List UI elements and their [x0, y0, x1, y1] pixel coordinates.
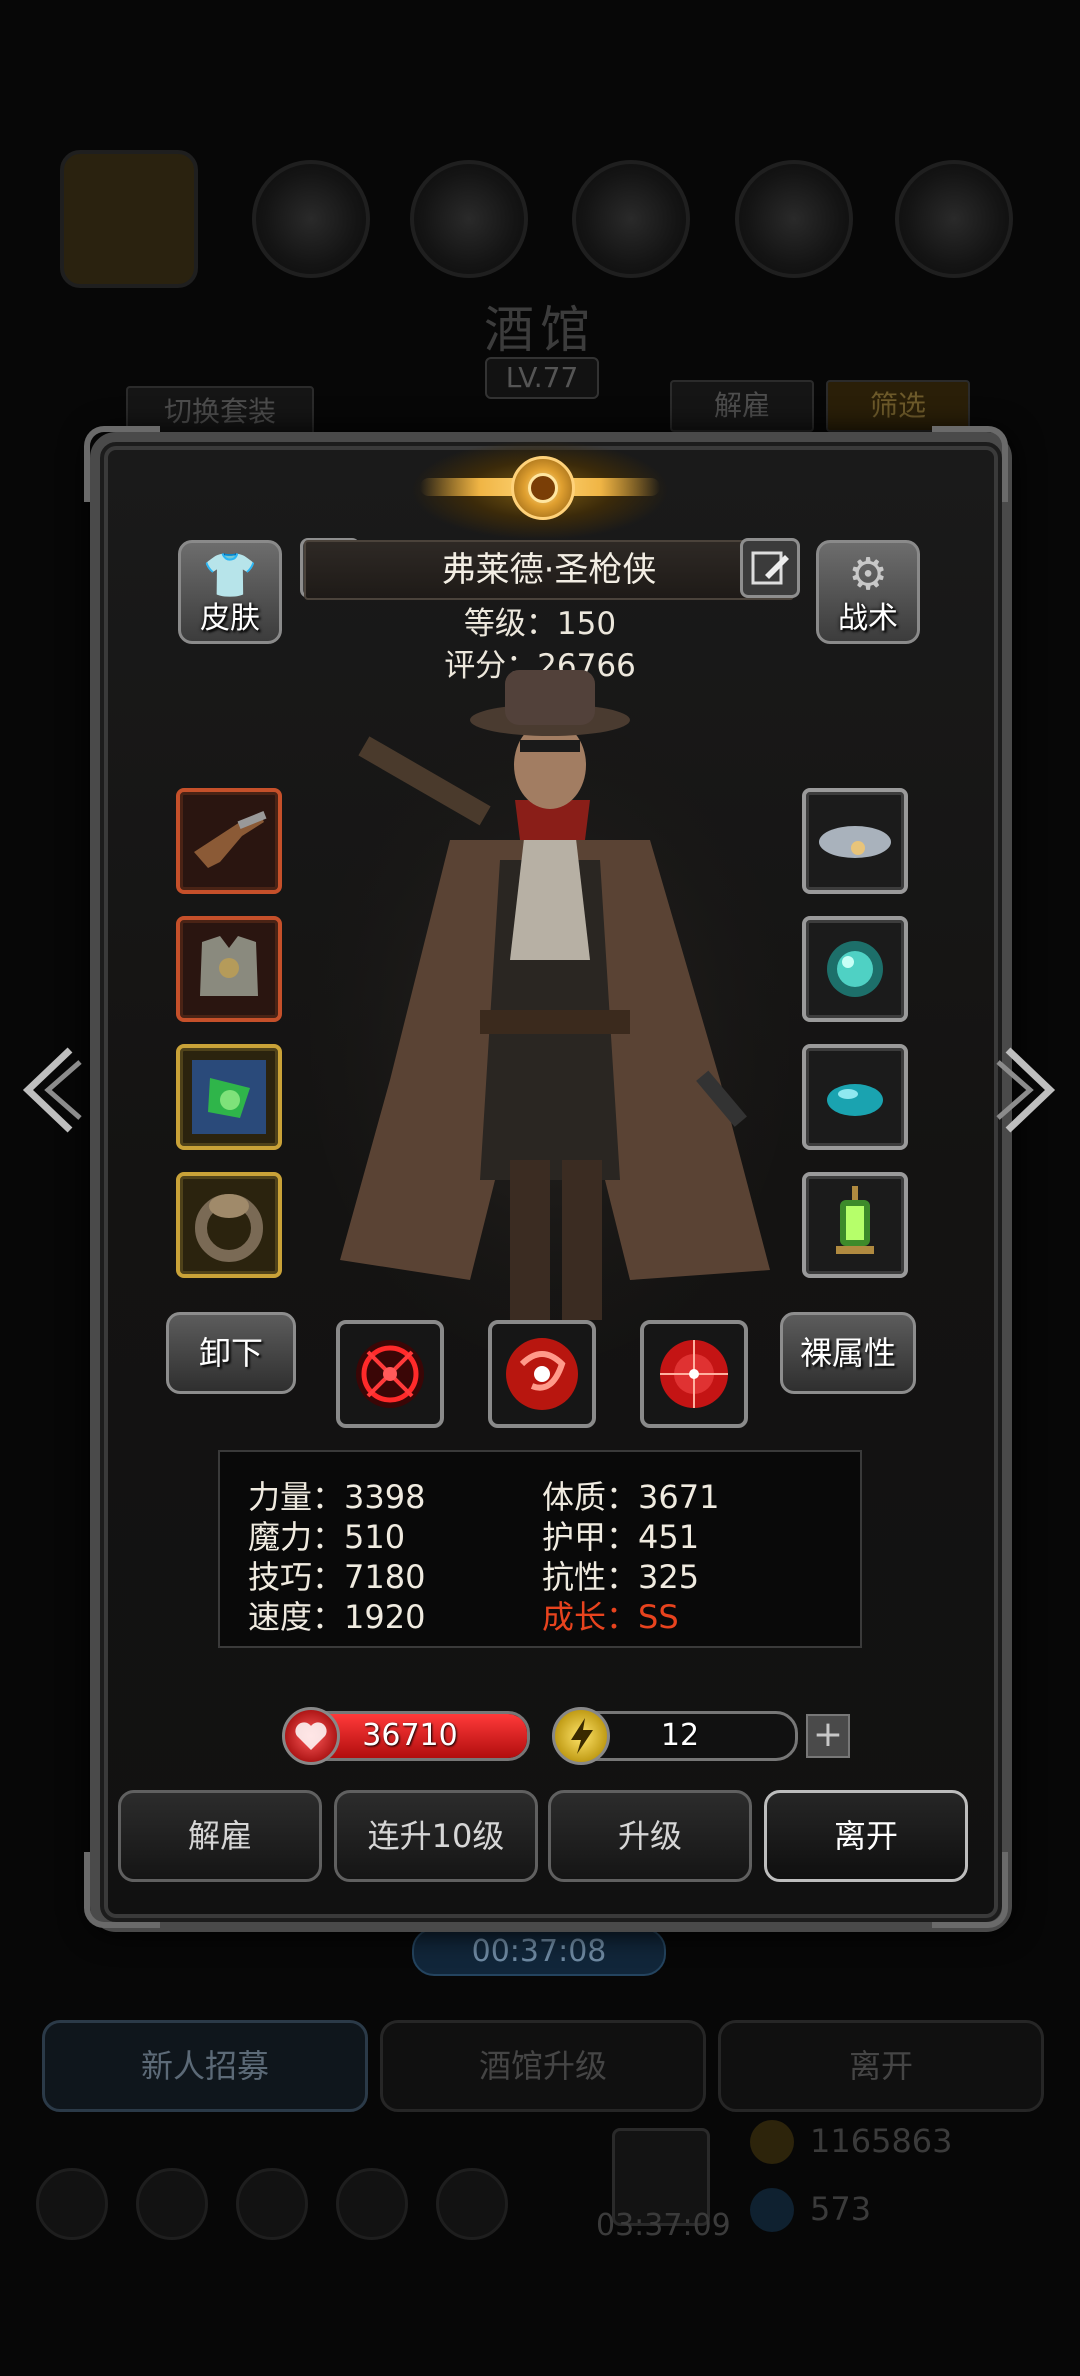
equip-slot-charm[interactable] — [802, 788, 908, 894]
bg-menu-icon-2 — [410, 160, 528, 278]
bg-bottom-icon-1 — [36, 2168, 108, 2240]
skill-slot-1[interactable] — [336, 1320, 444, 1428]
equip-slot-gem[interactable] — [802, 1044, 908, 1150]
bg-bottom-icon-2 — [136, 2168, 208, 2240]
equip-slot-lantern[interactable] — [802, 1172, 908, 1278]
bg-timer: 00:37:08 — [412, 1928, 666, 1976]
bg-tavern-title: 酒馆 — [484, 301, 596, 359]
bg-tavern-level: LV.77 — [485, 357, 599, 399]
previous-hero-arrow-icon[interactable] — [14, 1040, 84, 1140]
bare-stats-button[interactable]: 裸属性 — [780, 1312, 916, 1394]
tactics-label: 战术 — [838, 601, 898, 636]
bg-menu-icon-5 — [895, 160, 1013, 278]
dismiss-button[interactable]: 解雇 — [118, 1790, 322, 1882]
equip-slot-amulet[interactable] — [176, 1044, 282, 1150]
skill-slot-2[interactable] — [488, 1320, 596, 1428]
add-energy-button[interactable]: + — [806, 1714, 850, 1758]
bg-bottom-icon-4 — [336, 2168, 408, 2240]
equip-slot-weapon[interactable] — [176, 788, 282, 894]
stat-growth: 成长：SS — [542, 1598, 679, 1636]
unequip-button[interactable]: 卸下 — [166, 1312, 296, 1394]
lantern-icon — [836, 1186, 874, 1254]
skin-label: 皮肤 — [200, 601, 260, 636]
chest-armor-icon — [200, 936, 258, 996]
frame-corner-tr — [932, 426, 1008, 502]
bg-gem-icon — [750, 2188, 794, 2232]
skin-button[interactable]: 👕 皮肤 — [178, 540, 282, 644]
crosshair-skill-icon — [356, 1340, 424, 1408]
hero-portrait — [310, 670, 790, 1360]
upgrade-button[interactable]: 升级 — [548, 1790, 752, 1882]
blue-gem-icon — [827, 1084, 883, 1116]
bg-menu-icon-1 — [252, 160, 370, 278]
bg-tavern-upgrade-button: 酒馆升级 — [380, 2020, 706, 2112]
bg-menu-icon-3 — [572, 160, 690, 278]
teal-orb-icon — [827, 941, 883, 997]
bg-gold-amount: 1165863 — [810, 2122, 953, 2160]
stat-speed: 速度：1920 — [248, 1598, 426, 1636]
cloud-charm-icon — [819, 826, 891, 858]
edit-name-icon[interactable] — [740, 538, 800, 598]
bg-bottom-icon-3 — [236, 2168, 308, 2240]
green-amulet-icon — [192, 1060, 266, 1134]
bg-gift-timer: 03:37:09 — [596, 2208, 731, 2243]
target-skill-icon — [660, 1340, 728, 1408]
ring-icon — [195, 1194, 263, 1262]
next-hero-arrow-icon[interactable] — [994, 1040, 1064, 1140]
pistol-icon — [194, 811, 267, 868]
bg-dismiss-button: 解雇 — [670, 380, 814, 432]
equip-slot-ring[interactable] — [176, 1172, 282, 1278]
hero-name: 弗莱德·圣枪侠 — [441, 550, 657, 590]
hero-name-plate: 弗莱德·圣枪侠 — [304, 540, 794, 600]
upgrade-10-levels-button[interactable]: 连升10级 — [334, 1790, 538, 1882]
bg-gold-icon — [750, 2120, 794, 2164]
bg-filter-button: 筛选 — [826, 380, 970, 432]
lightning-icon — [552, 1707, 610, 1765]
skill-slot-3[interactable] — [640, 1320, 748, 1428]
frame-corner-tl — [84, 426, 160, 502]
crown-avatar-icon — [60, 150, 198, 288]
bg-gem-amount: 573 — [810, 2190, 872, 2228]
equip-slot-orb[interactable] — [802, 916, 908, 1022]
crest-medal-icon — [511, 456, 575, 520]
equip-slot-armor[interactable] — [176, 916, 282, 1022]
stats-panel: 力量：3398 体质：3671 魔力：510 护甲：451 技巧：7180 抗性… — [218, 1450, 862, 1648]
vortex-skill-icon — [506, 1338, 578, 1410]
hero-level: 等级：150 — [463, 606, 617, 642]
heart-icon — [282, 1707, 340, 1765]
bg-bottom-icon-5 — [436, 2168, 508, 2240]
bg-recruit-button: 新人招募 — [42, 2020, 368, 2112]
tactics-button[interactable]: ⚙ 战术 — [816, 540, 920, 644]
bg-leave-button: 离开 — [718, 2020, 1044, 2112]
bg-menu-icon-4 — [735, 160, 853, 278]
leave-button[interactable]: 离开 — [764, 1790, 968, 1882]
